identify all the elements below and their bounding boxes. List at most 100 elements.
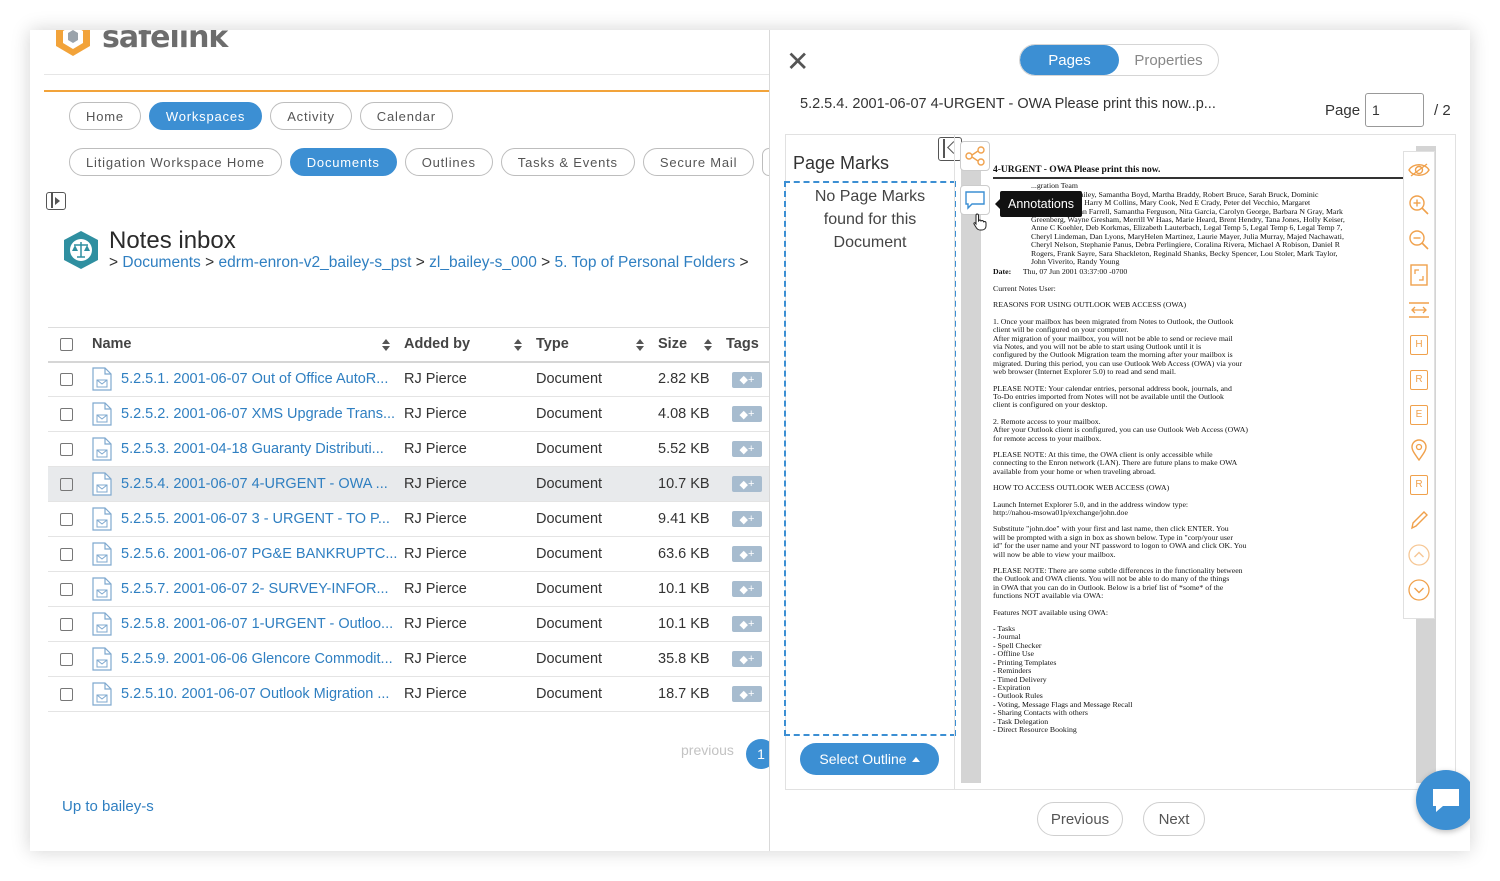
tab-documents[interactable]: Documents xyxy=(289,148,397,176)
document-link[interactable]: 5.2.5.5. 2001-06-07 3 - URGENT - TO P... xyxy=(92,507,400,531)
select-outline-button[interactable]: Select Outline xyxy=(800,743,939,775)
sort-icon[interactable] xyxy=(382,339,390,351)
add-tag-button[interactable]: ◆ + xyxy=(732,476,762,493)
document-link[interactable]: 5.2.5.7. 2001-06-07 2- SURVEY-INFOR... xyxy=(92,577,400,601)
breadcrumb-pst[interactable]: edrm-enron-v2_bailey-s_pst xyxy=(218,254,411,271)
pin-tool[interactable] xyxy=(1404,432,1434,467)
draw-tool[interactable] xyxy=(1404,502,1434,537)
breadcrumb-top-folders[interactable]: 5. Top of Personal Folders xyxy=(555,254,736,271)
nav-activity[interactable]: Activity xyxy=(270,102,352,130)
nav-calendar[interactable]: Calendar xyxy=(359,102,453,130)
document-link[interactable]: 5.2.5.4. 2001-06-07 4-URGENT - OWA ... xyxy=(92,472,400,496)
zoom-out-tool[interactable] xyxy=(1404,222,1434,257)
next-page-button[interactable]: Next xyxy=(1143,802,1205,836)
add-tag-button[interactable]: ◆ + xyxy=(732,616,762,633)
row-checkbox[interactable] xyxy=(60,617,73,631)
page-number-input[interactable]: 1 xyxy=(1365,93,1424,127)
pagination-page-1[interactable]: 1 xyxy=(746,739,770,769)
add-tag-button[interactable]: ◆ + xyxy=(732,441,762,458)
breadcrumb-folder[interactable]: zl_bailey-s_000 xyxy=(429,254,537,271)
redact-tool[interactable]: R xyxy=(1404,362,1434,397)
sort-icon[interactable] xyxy=(636,339,644,351)
document-link[interactable]: 5.2.5.8. 2001-06-07 1-URGENT - Outloo... xyxy=(92,612,400,636)
nav-home[interactable]: Home xyxy=(69,102,141,130)
document-link[interactable]: 5.2.5.1. 2001-06-07 Out of Office AutoR.… xyxy=(92,367,400,391)
logo[interactable]: safelink xyxy=(52,30,228,58)
add-tag-button[interactable]: ◆ + xyxy=(732,686,762,703)
sort-icon[interactable] xyxy=(704,339,712,351)
sort-icon[interactable] xyxy=(514,339,522,351)
exhibit-tool[interactable]: E xyxy=(1404,397,1434,432)
up-folder-link[interactable]: Up to bailey-s xyxy=(62,798,154,815)
document-link[interactable]: 5.2.5.3. 2001-04-18 Guaranty Distributi.… xyxy=(92,437,400,461)
row-checkbox[interactable] xyxy=(60,477,73,491)
row-checkbox[interactable] xyxy=(60,442,73,456)
table-row[interactable]: 5.2.5.3. 2001-04-18 Guaranty Distributi.… xyxy=(48,431,770,467)
tag-icon: ◆ xyxy=(739,583,749,596)
previous-page-button[interactable]: Previous xyxy=(1037,802,1123,836)
row-checkbox[interactable] xyxy=(60,512,73,526)
share-tool[interactable] xyxy=(960,141,990,171)
row-checkbox[interactable] xyxy=(60,582,73,596)
column-added-by[interactable]: Added by xyxy=(400,327,532,363)
row-checkbox[interactable] xyxy=(60,687,73,701)
add-tag-label: + xyxy=(748,443,755,456)
column-size[interactable]: Size xyxy=(654,327,722,363)
table-row[interactable]: 5.2.5.7. 2001-06-07 2- SURVEY-INFOR... RJ… xyxy=(48,571,770,607)
row-checkbox[interactable] xyxy=(60,652,73,666)
document-link[interactable]: 5.2.5.6. 2001-06-07 PG&E BANKRUPTC... xyxy=(92,542,400,566)
document-link[interactable]: 5.2.5.2. 2001-06-07 XMS Upgrade Trans... xyxy=(92,402,400,426)
tab-tasks-events[interactable]: Tasks & Events xyxy=(500,148,635,176)
tab-litigation-workspace-home[interactable]: Litigation Workspace Home xyxy=(69,148,282,176)
breadcrumb-documents[interactable]: Documents xyxy=(122,254,200,271)
breadcrumb-sep: > xyxy=(739,254,749,271)
table-row[interactable]: 5.2.5.5. 2001-06-07 3 - URGENT - TO P...… xyxy=(48,501,770,537)
scroll-down-tool[interactable] xyxy=(1404,572,1434,607)
pagination-previous[interactable]: previous xyxy=(681,742,734,758)
add-tag-button[interactable]: ◆ + xyxy=(732,511,762,528)
tab-pages[interactable]: Pages xyxy=(1020,45,1119,75)
table-row[interactable]: 5.2.5.6. 2001-06-07 PG&E BANKRUPTC... RJ … xyxy=(48,536,770,572)
add-tag-button[interactable]: ◆ + xyxy=(732,546,762,563)
table-row[interactable]: 5.2.5.2. 2001-06-07 XMS Upgrade Trans...… xyxy=(48,396,770,432)
table-row[interactable]: 5.2.5.8. 2001-06-07 1-URGENT - Outloo...… xyxy=(48,606,770,642)
tab-secure-mail[interactable]: Secure Mail xyxy=(642,148,755,176)
add-tag-button[interactable]: ◆ + xyxy=(732,651,762,668)
scroll-up-tool[interactable] xyxy=(1404,537,1434,572)
email-document-icon xyxy=(92,647,112,671)
table-row[interactable]: 5.2.5.9. 2001-06-06 Glencore Commodit...… xyxy=(48,641,770,677)
column-type[interactable]: Type xyxy=(532,327,654,363)
zoom-in-tool[interactable] xyxy=(1404,187,1434,222)
table-row[interactable]: 5.2.5.4. 2001-06-07 4-URGENT - OWA ... RJ… xyxy=(48,466,770,502)
add-tag-button[interactable]: ◆ + xyxy=(732,371,762,388)
sidebar-toggle-icon[interactable] xyxy=(46,192,66,210)
table-row[interactable]: 5.2.5.1. 2001-06-07 Out of Office AutoR.… xyxy=(48,361,770,397)
select-all-header xyxy=(48,327,88,363)
select-all-checkbox[interactable] xyxy=(60,337,73,351)
nav-workspaces[interactable]: Workspaces xyxy=(148,102,263,130)
tab-outlines[interactable]: Outlines xyxy=(404,148,493,176)
add-tag-label: + xyxy=(748,653,755,666)
add-tag-button[interactable]: ◆ + xyxy=(732,581,762,598)
highlight-tool[interactable]: H xyxy=(1404,327,1434,362)
row-checkbox[interactable] xyxy=(60,372,73,386)
row-type: Document xyxy=(532,466,654,502)
row-checkbox[interactable] xyxy=(60,407,73,421)
chat-button[interactable] xyxy=(1416,770,1470,830)
row-checkbox[interactable] xyxy=(60,547,73,561)
document-name: 5.2.5.7. 2001-06-07 2- SURVEY-INFOR... xyxy=(121,581,389,597)
table-row[interactable]: 5.2.5.10. 2001-06-07 Outlook Migration .… xyxy=(48,676,770,712)
add-tag-button[interactable]: ◆ + xyxy=(732,406,762,423)
tab-properties[interactable]: Properties xyxy=(1119,45,1218,75)
redaction-page-tool[interactable]: R xyxy=(1404,467,1434,502)
document-link[interactable]: 5.2.5.10. 2001-06-07 Outlook Migration .… xyxy=(92,682,400,706)
fit-page-tool[interactable] xyxy=(1404,257,1434,292)
fit-width-tool[interactable] xyxy=(1404,292,1434,327)
collapse-panel-icon[interactable] xyxy=(938,137,962,161)
close-icon[interactable]: ✕ xyxy=(786,48,809,76)
document-link[interactable]: 5.2.5.9. 2001-06-06 Glencore Commodit... xyxy=(92,647,400,671)
visibility-tool[interactable] xyxy=(1404,152,1434,187)
pencil-icon xyxy=(1411,510,1428,529)
annotations-tool[interactable] xyxy=(960,185,990,215)
column-name[interactable]: Name xyxy=(88,327,400,363)
